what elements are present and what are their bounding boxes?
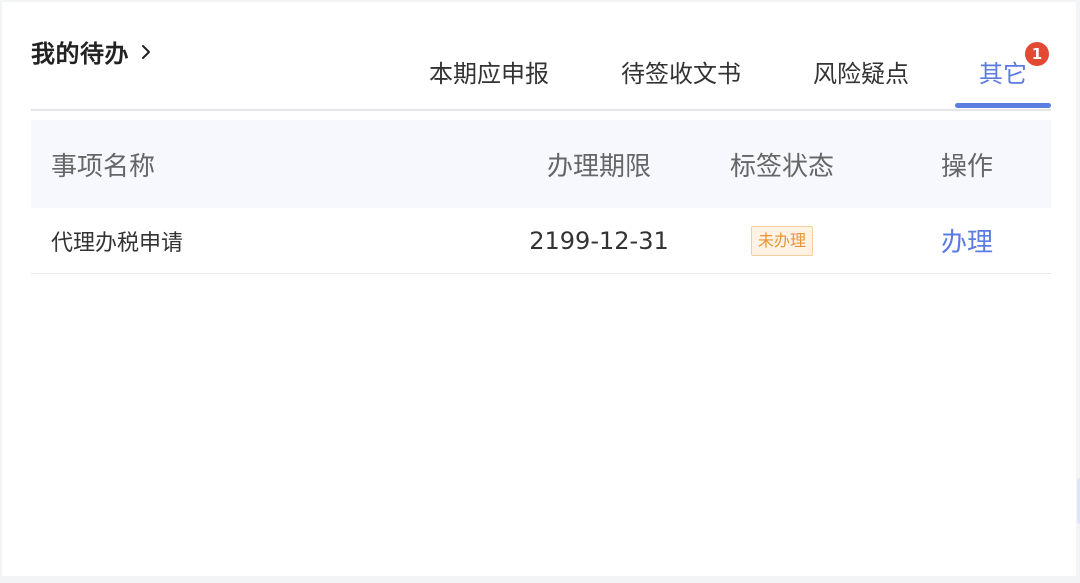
tab-current-declaration[interactable]: 本期应申报: [429, 54, 571, 94]
tab-label: 其它: [979, 60, 1027, 88]
count-badge: 1: [1025, 42, 1049, 66]
tab-label: 风险疑点: [813, 60, 909, 88]
action-cell: 办理: [867, 222, 1051, 259]
status-badge: 未办理: [750, 225, 813, 256]
tab-pending-documents[interactable]: 待签收文书: [621, 54, 763, 94]
tab-other[interactable]: 其它 1: [955, 42, 1051, 108]
process-button[interactable]: 办理: [941, 228, 993, 258]
column-header-status: 标签状态: [729, 151, 834, 182]
tab-bar: 本期应申报 待签收文书 风险疑点 其它 1: [429, 42, 1051, 108]
status-cell: 未办理: [697, 225, 867, 256]
column-header-deadline: 办理期限: [546, 151, 651, 182]
tab-label: 待签收文书: [621, 60, 741, 88]
card-header: 我的待办 本期应申报 待签收文书 风险疑点 其它 1: [31, 2, 1051, 111]
todo-title-link[interactable]: 我的待办: [31, 34, 155, 69]
tab-label: 本期应申报: [429, 60, 549, 88]
column-header-action: 操作: [940, 151, 993, 182]
page-title: 我的待办: [31, 40, 129, 68]
todo-table: 事项名称 办理期限 标签状态 操作 代理办税申请 2199-12-31 未办理 …: [31, 120, 1051, 274]
column-header-name: 事项名称: [51, 151, 156, 182]
active-tab-indicator: [955, 103, 1051, 108]
table-row: 代理办税申请 2199-12-31 未办理 办理: [31, 208, 1051, 274]
item-name: 代理办税申请: [51, 230, 184, 256]
tab-risk-points[interactable]: 风险疑点: [813, 54, 931, 94]
table-header: 事项名称 办理期限 标签状态 操作: [31, 120, 1051, 208]
chevron-right-icon: [142, 44, 150, 59]
item-deadline: 2199-12-31: [529, 226, 669, 255]
todo-card: 我的待办 本期应申报 待签收文书 风险疑点 其它 1 事项名称 办理期限 标签状…: [2, 2, 1076, 576]
